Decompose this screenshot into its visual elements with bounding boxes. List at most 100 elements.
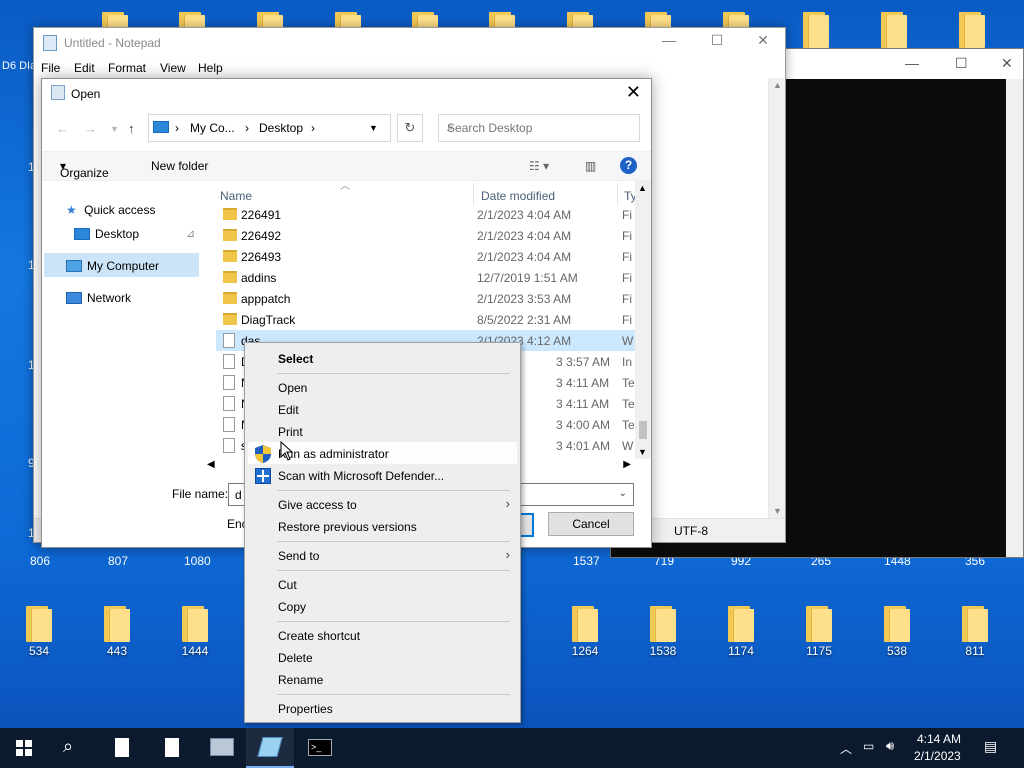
menu-restore-versions[interactable]: Restore previous versions [278, 520, 417, 534]
file-type: Fi [622, 292, 632, 306]
table-row[interactable]: 226491 2/1/2023 4:04 AM Fi [216, 204, 636, 225]
folder-icon [26, 606, 52, 642]
menu-print[interactable]: Print [278, 425, 303, 439]
desktop-folder[interactable] [864, 12, 924, 48]
search-button[interactable]: ⌕ [48, 728, 96, 768]
desktop-folder[interactable]: 1264 [555, 606, 615, 658]
new-folder-button[interactable]: New folder [151, 159, 208, 173]
pin-icon[interactable]: ⊿ [186, 227, 195, 240]
notepad-vertical-scrollbar[interactable]: ▲ ▼ [768, 78, 785, 518]
scroll-right-icon[interactable]: ▶ [623, 459, 631, 470]
maximize-icon[interactable]: ☐ [955, 55, 968, 72]
breadcrumb-desktop[interactable]: Desktop [259, 121, 303, 135]
table-row[interactable]: addins 12/7/2019 1:51 AM Fi [216, 267, 636, 288]
start-button[interactable] [0, 728, 48, 768]
desktop-folder[interactable]: 1444 [165, 606, 225, 658]
menu-cut[interactable]: Cut [278, 578, 297, 592]
maximize-icon[interactable]: ☐ [702, 32, 732, 49]
network-status-icon[interactable]: ▭ [863, 739, 874, 753]
forward-arrow-icon[interactable]: → [84, 121, 97, 136]
nav-network[interactable]: Network [66, 291, 131, 305]
desktop-folder[interactable] [942, 12, 1002, 48]
column-date[interactable]: Date modified [481, 189, 555, 203]
address-dropdown-icon[interactable]: ▼ [369, 123, 378, 133]
scroll-up-icon[interactable]: ▲ [773, 80, 782, 90]
desktop-folder[interactable] [786, 12, 846, 48]
desktop-folder[interactable]: 443 [87, 606, 147, 658]
menu-send-to[interactable]: Send to [278, 549, 319, 563]
desktop-folder[interactable]: 1175 [789, 606, 849, 658]
desktop-folder[interactable]: 538 [867, 606, 927, 658]
table-row[interactable]: DiagTrack 8/5/2022 2:31 AM Fi [216, 309, 636, 330]
menu-delete[interactable]: Delete [278, 651, 313, 665]
network-icon [66, 292, 82, 304]
recent-chevron-icon[interactable]: ▼ [110, 124, 119, 134]
menu-run-as-admin[interactable]: Run as administrator [278, 447, 389, 461]
nav-quick-access[interactable]: ★ Quick access [66, 203, 155, 217]
breadcrumb-my-computer[interactable]: My Co... [190, 121, 235, 135]
taskbar-notepad[interactable] [246, 728, 294, 768]
scrollbar-thumb[interactable] [639, 421, 647, 439]
table-row[interactable]: 226493 2/1/2023 4:04 AM Fi [216, 246, 636, 267]
taskbar-file-2[interactable] [148, 728, 196, 768]
menu-view[interactable]: View [160, 61, 186, 75]
refresh-button[interactable]: ↻ [397, 114, 423, 142]
menu-edit[interactable]: Edit [278, 403, 299, 417]
menu-scan-defender[interactable]: Scan with Microsoft Defender... [278, 469, 444, 483]
menu-copy[interactable]: Copy [278, 600, 306, 614]
menu-rename[interactable]: Rename [278, 673, 323, 687]
scroll-down-icon[interactable]: ▼ [773, 506, 782, 516]
menu-open[interactable]: Open [278, 381, 307, 395]
taskbar-app[interactable] [198, 728, 246, 768]
close-icon[interactable]: ✕ [748, 32, 778, 49]
desktop-folder[interactable]: 534 [9, 606, 69, 658]
table-row[interactable]: apppatch 2/1/2023 3:53 AM Fi [216, 288, 636, 309]
dropdown-chevron-icon[interactable]: ⌄ [619, 488, 627, 499]
menu-select[interactable]: Select [278, 352, 313, 366]
desktop-folder[interactable]: 811 [945, 606, 1005, 658]
column-name[interactable]: Name [220, 189, 252, 203]
nav-desktop[interactable]: Desktop ⊿ [74, 227, 204, 241]
folder-icon [572, 606, 598, 642]
preview-pane-icon[interactable]: ▥ [585, 159, 596, 173]
table-row[interactable]: 226492 2/1/2023 4:04 AM Fi [216, 225, 636, 246]
menu-format[interactable]: Format [108, 61, 146, 75]
minimize-icon[interactable]: — [905, 55, 919, 71]
menu-properties[interactable]: Properties [278, 702, 333, 716]
cancel-button[interactable]: Cancel [548, 512, 634, 536]
scroll-left-icon[interactable]: ◀ [207, 459, 215, 470]
menu-help[interactable]: Help [198, 61, 223, 75]
address-bar[interactable]: › My Co... › Desktop › ▼ [148, 114, 391, 142]
up-arrow-icon[interactable]: ↑ [128, 121, 135, 136]
show-hidden-icons[interactable]: ︿ [840, 740, 852, 757]
scroll-down-icon[interactable]: ▼ [638, 447, 647, 457]
minimize-icon[interactable]: — [654, 32, 684, 48]
menu-create-shortcut[interactable]: Create shortcut [278, 629, 360, 643]
clock-time[interactable]: 4:14 AM [917, 732, 961, 746]
close-icon[interactable]: ✕ [626, 82, 641, 103]
desktop-folder[interactable]: 1174 [711, 606, 771, 658]
clock-date[interactable]: 2/1/2023 [914, 749, 961, 763]
menu-file[interactable]: File [41, 61, 60, 75]
desktop-folder-label: 1444 [181, 644, 209, 658]
taskbar-cmd[interactable]: >_ [296, 728, 344, 768]
back-arrow-icon[interactable]: ← [56, 121, 69, 136]
help-icon[interactable]: ? [620, 157, 637, 174]
organize-button[interactable]: Organize ▾ [60, 159, 109, 180]
search-input[interactable]: Search Desktop ⌕ [438, 114, 640, 142]
taskbar-file-1[interactable] [98, 728, 146, 768]
file-icon [223, 354, 235, 369]
menu-give-access[interactable]: Give access to [278, 498, 357, 512]
volume-icon[interactable]: 🔊︎ [886, 738, 894, 754]
view-options-icon[interactable]: ☷ ▾ [529, 159, 549, 173]
menu-edit[interactable]: Edit [74, 61, 95, 75]
desktop-folder[interactable]: 1538 [633, 606, 693, 658]
dialog-titlebar[interactable]: Open ✕ [42, 79, 651, 107]
scroll-up-icon[interactable]: ▲ [638, 183, 647, 193]
notepad-titlebar[interactable]: Untitled - Notepad — ☐ ✕ [34, 28, 785, 58]
cmd-scrollbar[interactable] [1006, 79, 1023, 557]
nav-my-computer[interactable]: My Computer [66, 259, 159, 273]
file-list-vertical-scrollbar[interactable]: ▲ ▼ [635, 181, 651, 459]
notification-icon[interactable]: ▤ [984, 738, 997, 755]
close-icon[interactable]: ✕ [1001, 55, 1013, 72]
